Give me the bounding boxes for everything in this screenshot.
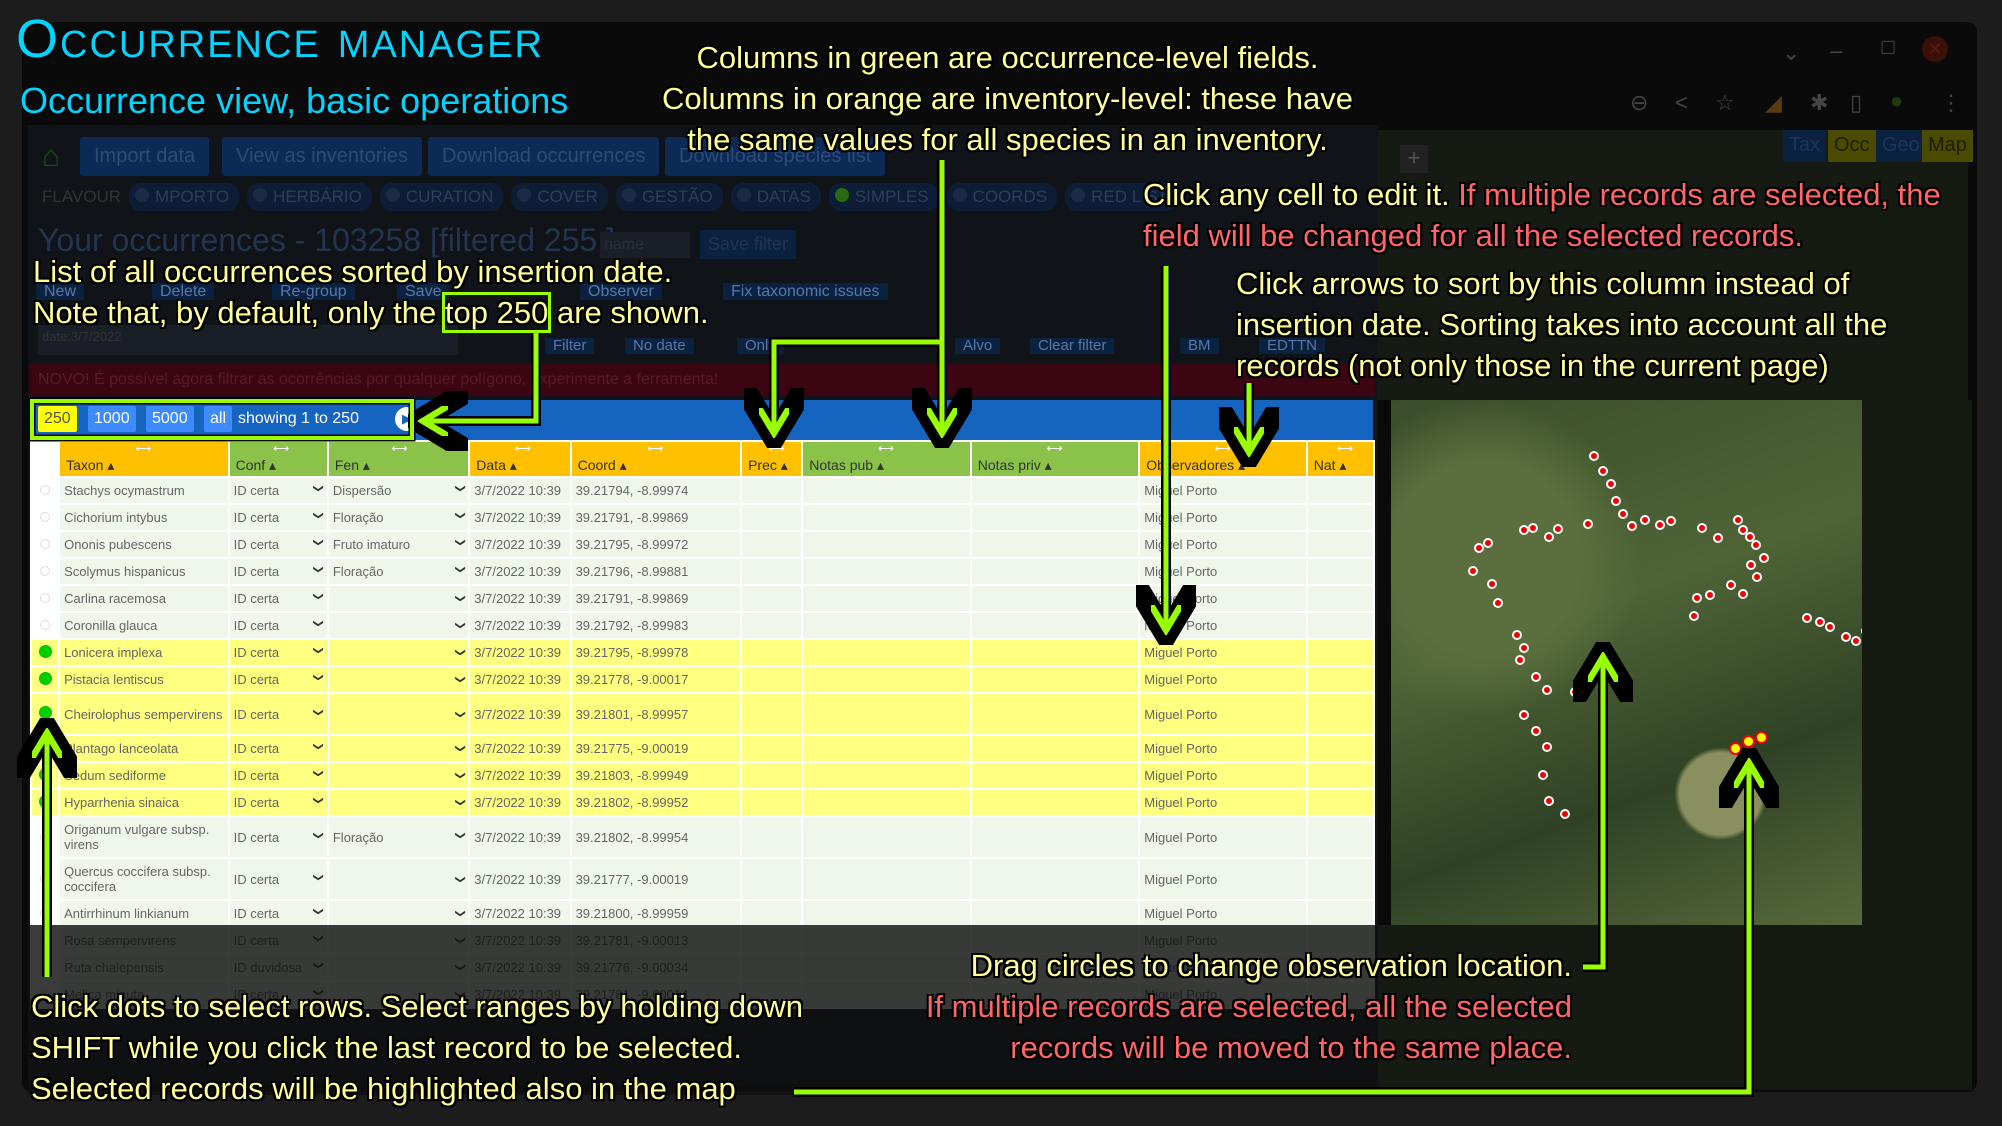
annotation-list: List of all occurrences sorted by insert… <box>33 251 709 333</box>
annotation-warning: records will be moved to the same place. <box>1010 1030 1572 1065</box>
annotation-edit: Click any cell to edit it. If multiple r… <box>1143 174 1941 256</box>
annotation-line: are shown. <box>556 295 709 330</box>
annotation-line: insertion date. Sorting takes into accou… <box>1236 307 1888 342</box>
annotation-columns: Columns in green are occurrence-level fi… <box>645 37 1370 160</box>
pagination-highlight <box>30 399 414 440</box>
annotation-line: Selected records will be highlighted als… <box>31 1071 736 1106</box>
annotation-line: Columns in orange are inventory-level: t… <box>662 81 1353 116</box>
annotation-warning: If multiple records are selected, the <box>1458 177 1941 212</box>
annotation-line: List of all occurrences sorted by insert… <box>33 254 673 289</box>
annotation-line: Click any cell to edit it. <box>1143 177 1450 212</box>
annotation-line: SHIFT while you click the last record to… <box>31 1030 743 1065</box>
annotation-line: the same values for all species in an in… <box>687 122 1328 157</box>
annotation-line: records (not only those in the current p… <box>1236 348 1829 383</box>
annotation-line: Drag circles to change observation locat… <box>970 948 1572 983</box>
annotation-select: Click dots to select rows. Select ranges… <box>31 986 803 1109</box>
annotation-drag: Drag circles to change observation locat… <box>860 945 1572 1068</box>
annotation-sort: Click arrows to sort by this column inst… <box>1236 263 1887 386</box>
top-250-highlight: top 250 <box>441 292 552 333</box>
annotation-line: Columns in green are occurrence-level fi… <box>696 40 1319 75</box>
annotation-line: Click arrows to sort by this column inst… <box>1236 266 1850 301</box>
annotation-warning: field will be changed for all the select… <box>1143 218 1803 253</box>
annotation-line: Click dots to select rows. Select ranges… <box>31 989 803 1024</box>
annotation-line: Note that, by default, only the <box>33 295 437 330</box>
annotation-warning: If multiple records are selected, all th… <box>925 989 1572 1024</box>
arrow-top250 <box>428 333 539 421</box>
